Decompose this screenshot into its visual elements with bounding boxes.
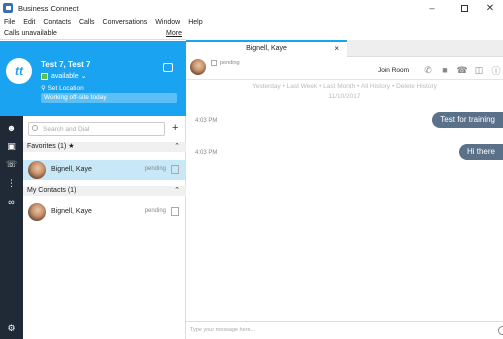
- join-room-button[interactable]: Join Room: [378, 67, 409, 74]
- desk-phone-icon[interactable]: ☎: [456, 65, 467, 75]
- chat-contact-status: pending: [211, 60, 240, 66]
- status-note-field[interactable]: Working off-site today: [41, 93, 177, 103]
- presence-label: available ⌄: [51, 73, 87, 80]
- add-contact-button[interactable]: +: [172, 122, 178, 134]
- group-header-favorites[interactable]: Favorites (1) ★ ⌃: [23, 142, 186, 152]
- presence-dropdown[interactable]: available ⌄: [41, 72, 86, 80]
- search-input[interactable]: Search and Dial: [28, 122, 165, 136]
- call-status-text: Calls unavailable: [4, 30, 57, 37]
- contact-card-icon[interactable]: [163, 63, 173, 72]
- separator: •: [282, 83, 285, 90]
- call-status-bar: Calls unavailable More: [0, 29, 186, 40]
- contacts-nav-icon[interactable]: ☻: [6, 122, 17, 133]
- menu-calls[interactable]: Calls: [79, 19, 95, 26]
- chat-nav-icon[interactable]: ▣: [6, 141, 17, 152]
- user-name: Test 7, Test 7: [41, 60, 91, 69]
- pending-status-icon: [171, 207, 179, 216]
- contact-name: Bignell, Kaye: [51, 166, 92, 173]
- history-all-link[interactable]: All History: [361, 83, 390, 90]
- minimize-button[interactable]: –: [419, 0, 445, 16]
- menu-conversations[interactable]: Conversations: [103, 19, 148, 26]
- chat-header: pending Join Room ✆ ■ ☎ ◫ ⓘ: [186, 57, 503, 80]
- contact-row[interactable]: Bignell, Kaye pending: [23, 160, 186, 180]
- group-label: My Contacts (1): [27, 187, 77, 194]
- history-links: Yesterday • Last Week • Last Month • All…: [186, 83, 503, 90]
- menu-file[interactable]: File: [4, 19, 15, 26]
- link-nav-icon[interactable]: ∞: [6, 196, 17, 207]
- delete-history-link[interactable]: Delete History: [396, 83, 437, 90]
- message-bubble[interactable]: Test for training: [432, 112, 503, 128]
- group-label: Favorites (1) ★: [27, 143, 75, 150]
- conversation-tab-bar: Bignell, Kaye ×: [186, 40, 503, 57]
- history-filter: Yesterday • Last Week • Last Month • All…: [186, 80, 503, 102]
- separator: •: [357, 83, 360, 90]
- contacts-panel: Search and Dial + Favorites (1) ★ ⌃ Bign…: [23, 116, 186, 339]
- video-call-icon[interactable]: ■: [440, 65, 450, 75]
- set-location-link[interactable]: ⚲ Set Location: [41, 84, 84, 92]
- menu-contacts[interactable]: Contacts: [43, 19, 71, 26]
- menu-help[interactable]: Help: [188, 19, 202, 26]
- conversation-tab[interactable]: Bignell, Kaye ×: [186, 40, 347, 57]
- maximize-button[interactable]: [451, 0, 477, 16]
- app-logo-icon: [3, 3, 13, 13]
- contact-avatar: [28, 161, 46, 179]
- separator: •: [319, 83, 322, 90]
- settings-gear-icon[interactable]: ⚙: [6, 323, 17, 334]
- menu-window[interactable]: Window: [155, 19, 180, 26]
- app-window: Business Connect – ✕ File Edit Contacts …: [0, 0, 503, 339]
- message-placeholder: Type your message here...: [190, 327, 256, 333]
- menu-edit[interactable]: Edit: [23, 19, 35, 26]
- pending-status-icon: [211, 60, 217, 66]
- message-bubble[interactable]: Hi there: [458, 144, 503, 160]
- separator: •: [391, 83, 395, 90]
- phone-icon[interactable]: ✆: [423, 65, 433, 75]
- history-last-month-link[interactable]: Last Month: [323, 83, 355, 90]
- chevron-up-icon[interactable]: ⌃: [174, 186, 180, 196]
- contact-row[interactable]: Bignell, Kaye pending: [23, 202, 186, 222]
- message-list: 4:03 PM Test for training 4:03 PM Hi the…: [186, 102, 503, 321]
- pending-status-icon: [171, 165, 179, 174]
- emoji-icon[interactable]: [498, 326, 503, 335]
- tab-label: Bignell, Kaye: [246, 45, 287, 52]
- more-link[interactable]: More: [166, 30, 182, 37]
- history-last-week-link[interactable]: Last Week: [287, 83, 318, 90]
- search-icon: [32, 125, 38, 131]
- contact-avatar[interactable]: [190, 59, 206, 75]
- close-tab-button[interactable]: ×: [334, 42, 339, 56]
- history-date: 11/10/2017: [328, 93, 361, 100]
- menu-bar: File Edit Contacts Calls Conversations W…: [0, 17, 503, 28]
- screen-share-icon[interactable]: ◫: [474, 65, 484, 75]
- message-time: 4:03 PM: [195, 150, 218, 156]
- presence-indicator-icon: [41, 72, 48, 80]
- profile-panel: tt Test 7, Test 7 available ⌄ ⚲ Set Loca…: [0, 41, 186, 116]
- dialpad-nav-icon[interactable]: ⋮: [6, 178, 17, 189]
- history-yesterday-link[interactable]: Yesterday: [252, 83, 281, 90]
- user-avatar[interactable]: tt: [6, 58, 32, 84]
- info-icon[interactable]: ⓘ: [491, 65, 501, 76]
- contact-name: Bignell, Kaye: [51, 208, 92, 215]
- group-header-my-contacts[interactable]: My Contacts (1) ⌃: [23, 186, 186, 196]
- close-button[interactable]: ✕: [477, 0, 503, 16]
- maximize-icon: [460, 4, 468, 12]
- call-history-nav-icon[interactable]: ☏: [6, 159, 17, 170]
- contact-avatar: [28, 203, 46, 221]
- message-input[interactable]: Type your message here...: [186, 321, 503, 339]
- contact-status: pending: [144, 166, 166, 172]
- navigation-rail: ☻ ▣ ☏ ⋮ ∞ ⚙: [0, 116, 23, 339]
- contact-status: pending: [144, 208, 166, 214]
- chevron-up-icon[interactable]: ⌃: [174, 142, 180, 152]
- search-placeholder: Search and Dial: [43, 126, 90, 133]
- message-time: 4:03 PM: [195, 118, 218, 124]
- status-label: pending: [220, 60, 240, 66]
- window-title: Business Connect: [18, 3, 79, 13]
